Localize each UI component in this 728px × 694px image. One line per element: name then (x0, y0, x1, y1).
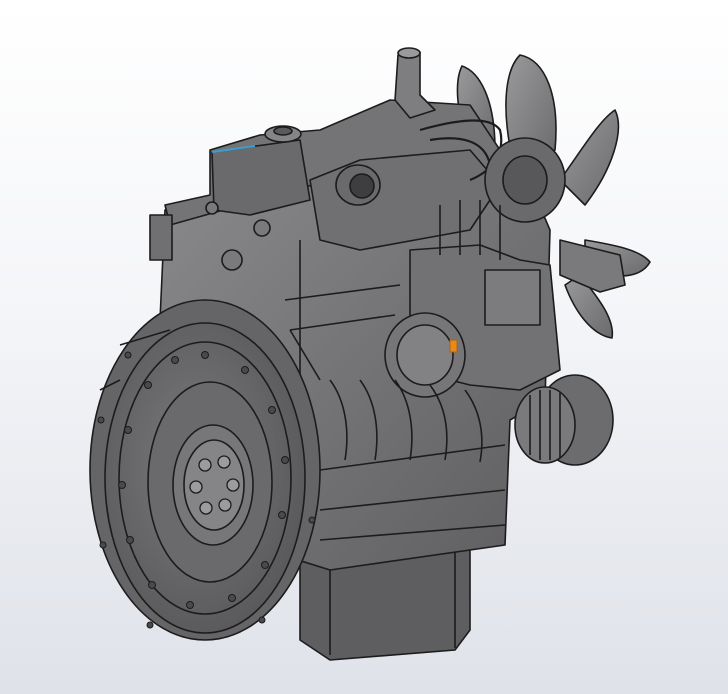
flywheel-bolt-hole (118, 481, 126, 489)
selected-feature-marker[interactable] (449, 339, 458, 353)
flywheel-bolt-hole (124, 426, 132, 434)
flywheel-bolt-hole (148, 581, 156, 589)
flywheel-bolt-hole (201, 351, 209, 359)
block-mount-boss (149, 214, 173, 261)
hub-bolt (218, 498, 232, 512)
housing-bolt-hole (99, 541, 107, 549)
housing-bolt-hole (308, 516, 316, 524)
housing-bolt-hole (258, 616, 266, 624)
hub-bolt (198, 458, 212, 472)
hub-bolt (217, 455, 231, 469)
fan-hub-inner (502, 155, 548, 205)
hub-bolt (189, 480, 203, 494)
flywheel-bolt-hole (281, 456, 289, 464)
hub-bolt (199, 501, 213, 515)
flywheel-bolt-hole (278, 511, 286, 519)
oil-filler-cap-top (273, 126, 293, 136)
fuel-filter-housing (484, 269, 541, 326)
housing-bolt-hole (97, 416, 105, 424)
flywheel-bolt-hole (126, 536, 134, 544)
flywheel-bolt-hole (171, 356, 179, 364)
oil-filter-end (514, 386, 576, 464)
oil-pump-face (396, 324, 454, 386)
flywheel-bolt-hole (144, 381, 152, 389)
flywheel-bolt-hole (241, 366, 249, 374)
flywheel-bolt-hole (268, 406, 276, 414)
flywheel-bolt-hole (261, 561, 269, 569)
fan-blade (559, 109, 620, 206)
housing-bolt-hole (124, 351, 132, 359)
valve-cover (211, 139, 311, 216)
coolant-outlet-pipe (394, 51, 436, 119)
coolant-outlet-pipe-end (397, 47, 421, 59)
block-boss (205, 201, 219, 215)
hub-bolt (226, 478, 240, 492)
block-boss (221, 249, 243, 271)
engine-model[interactable] (0, 0, 728, 694)
cad-graphics-viewport[interactable] (0, 0, 728, 694)
block-boss (253, 219, 271, 237)
flywheel-bolt-hole (186, 601, 194, 609)
intake-pipe-bore (349, 173, 375, 199)
housing-bolt-hole (146, 621, 154, 629)
flywheel-bolt-hole (228, 594, 236, 602)
